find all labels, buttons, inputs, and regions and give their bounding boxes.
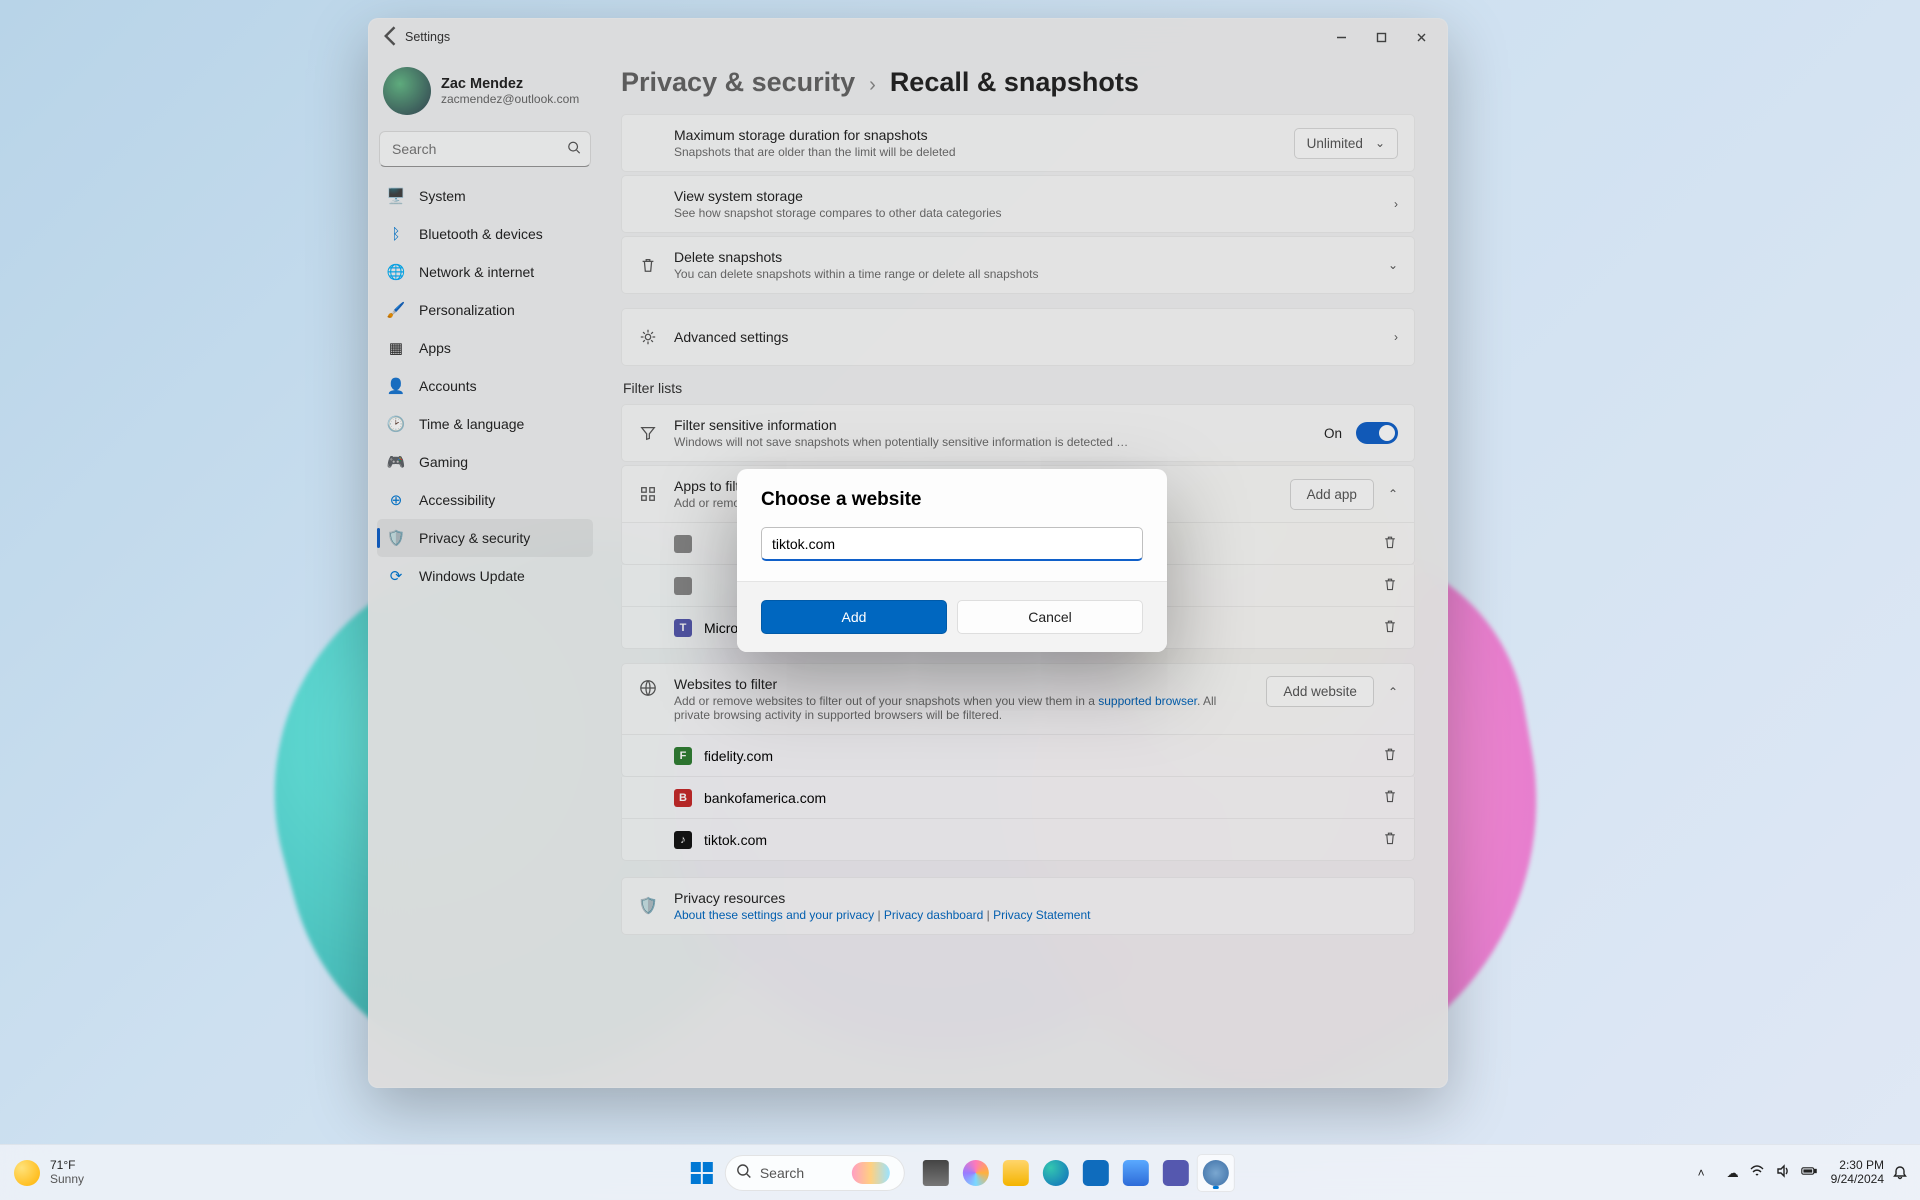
choose-website-dialog: Choose a website Add Cancel	[737, 469, 1167, 652]
cancel-button[interactable]: Cancel	[957, 600, 1143, 634]
taskbar-clock[interactable]: 2:30 PM 9/24/2024	[1831, 1159, 1884, 1187]
taskbar-search[interactable]: Search	[725, 1155, 905, 1191]
tray-icons[interactable]: ☁	[1719, 1159, 1825, 1186]
weather-temp: 71°F	[50, 1159, 84, 1173]
add-button[interactable]: Add	[761, 600, 947, 634]
search-flourish-icon	[852, 1162, 890, 1184]
notifications-button[interactable]	[1890, 1159, 1910, 1187]
phone-icon	[1123, 1160, 1149, 1186]
wifi-icon	[1749, 1163, 1765, 1182]
volume-icon	[1775, 1163, 1791, 1182]
taskbar-app-store[interactable]	[1077, 1154, 1115, 1192]
start-button[interactable]	[685, 1156, 719, 1190]
taskbar-search-label: Search	[760, 1165, 804, 1181]
onedrive-icon: ☁	[1727, 1166, 1739, 1180]
taskbar-apps	[917, 1154, 1235, 1192]
taskbar-app-taskview[interactable]	[917, 1154, 955, 1192]
search-icon	[736, 1163, 752, 1182]
dialog-title: Choose a website	[737, 469, 1167, 515]
clock-time: 2:30 PM	[1831, 1159, 1884, 1173]
taskview-icon	[923, 1160, 949, 1186]
taskbar-app-edge[interactable]	[1037, 1154, 1075, 1192]
clock-date: 9/24/2024	[1831, 1173, 1884, 1187]
taskbar-app-teams[interactable]	[1157, 1154, 1195, 1192]
copilot-icon	[963, 1160, 989, 1186]
settings-icon	[1203, 1160, 1229, 1186]
explorer-icon	[1003, 1160, 1029, 1186]
weather-widget[interactable]: 71°F Sunny	[0, 1159, 84, 1187]
taskbar-app-explorer[interactable]	[997, 1154, 1035, 1192]
teams-icon	[1163, 1160, 1189, 1186]
windows-logo-icon	[691, 1162, 713, 1184]
taskbar-app-copilot[interactable]	[957, 1154, 995, 1192]
edge-icon	[1043, 1160, 1069, 1186]
tray-overflow[interactable]: ˄	[1690, 1162, 1713, 1184]
sun-icon	[14, 1160, 40, 1186]
store-icon	[1083, 1160, 1109, 1186]
settings-window: Settings Zac Mendez zacmendez@outlook.co…	[368, 18, 1448, 1088]
taskbar-app-phone[interactable]	[1117, 1154, 1155, 1192]
weather-cond: Sunny	[50, 1173, 84, 1187]
taskbar: 71°F Sunny Search ˄ ☁	[0, 1144, 1920, 1200]
taskbar-app-settings[interactable]	[1197, 1154, 1235, 1192]
website-input[interactable]	[761, 527, 1143, 561]
chevron-up-icon: ˄	[1698, 1166, 1705, 1180]
battery-icon	[1801, 1163, 1817, 1182]
